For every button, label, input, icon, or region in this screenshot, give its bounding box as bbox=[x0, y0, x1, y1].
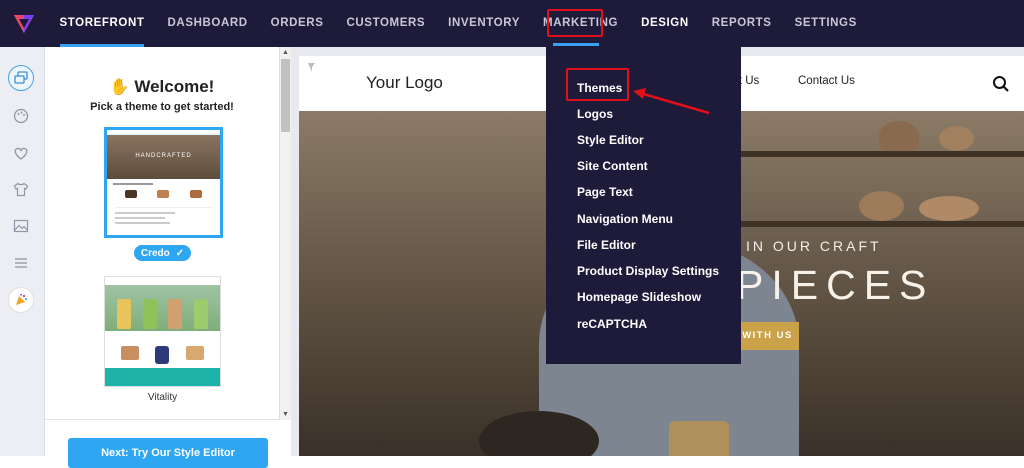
nav-customers[interactable]: CUSTOMERS bbox=[335, 0, 437, 47]
nav-orders[interactable]: ORDERS bbox=[259, 0, 335, 47]
theme-thumbnail-credo[interactable]: HANDCRAFTED bbox=[104, 127, 223, 238]
image-icon[interactable] bbox=[8, 213, 34, 239]
theme2-name: Vitality bbox=[147, 392, 178, 403]
search-icon[interactable] bbox=[992, 75, 1010, 93]
waving-hand-icon: ✋ bbox=[109, 79, 130, 96]
checkmark-icon: ✓ bbox=[175, 247, 185, 259]
preview-logo[interactable]: Your Logo bbox=[366, 73, 443, 93]
top-nav: STOREFRONT DASHBOARD ORDERS CUSTOMERS IN… bbox=[0, 0, 1024, 47]
hero-tagline: IN OUR CRAFT bbox=[746, 238, 882, 254]
theme-panel: ✋ Welcome! Pick a theme to get started! … bbox=[45, 47, 279, 468]
menu-item-style-editor[interactable]: Style Editor bbox=[577, 133, 644, 147]
menu-item-product-display-settings[interactable]: Product Display Settings bbox=[577, 264, 719, 278]
menu-item-site-content[interactable]: Site Content bbox=[577, 159, 648, 173]
palette-icon[interactable] bbox=[8, 103, 34, 129]
design-active-underline bbox=[553, 43, 599, 46]
selected-theme-badge: Credo ✓ bbox=[134, 245, 191, 261]
pin-icon bbox=[308, 63, 315, 72]
next-style-editor-button[interactable]: Next: Try Our Style Editor bbox=[68, 438, 268, 468]
welcome-heading: ✋ Welcome! bbox=[45, 77, 279, 97]
hero-title: PIECES bbox=[736, 262, 935, 308]
panel-scrollbar[interactable]: ▲ ▼ bbox=[279, 47, 291, 420]
theme-thumbnail-vitality[interactable] bbox=[104, 276, 221, 387]
menu-icon[interactable] bbox=[8, 250, 34, 276]
party-icon[interactable] bbox=[8, 287, 34, 313]
menu-item-recaptcha[interactable]: reCAPTCHA bbox=[577, 317, 647, 331]
pick-theme-text: Pick a theme to get started! bbox=[90, 101, 234, 113]
tshirt-icon[interactable] bbox=[8, 176, 34, 202]
panel-divider bbox=[45, 419, 279, 420]
scroll-up-icon[interactable]: ▲ bbox=[280, 47, 291, 58]
menu-item-homepage-slideshow[interactable]: Homepage Slideshow bbox=[577, 290, 701, 304]
design-highlight-box bbox=[547, 9, 603, 37]
menu-item-navigation-menu[interactable]: Navigation Menu bbox=[577, 212, 673, 226]
themes-icon[interactable] bbox=[8, 65, 34, 91]
annotation-arrow-icon bbox=[633, 88, 710, 115]
themes-highlight-box bbox=[566, 68, 629, 101]
menu-item-file-editor[interactable]: File Editor bbox=[577, 238, 636, 252]
nav-dashboard[interactable]: DASHBOARD bbox=[156, 0, 259, 47]
hero-button[interactable]: WITH US bbox=[736, 322, 799, 350]
nav-reports[interactable]: REPORTS bbox=[700, 0, 783, 47]
scroll-down-icon[interactable]: ▼ bbox=[280, 409, 291, 420]
brand-logo-icon bbox=[13, 14, 34, 33]
nav-inventory[interactable]: INVENTORY bbox=[437, 0, 532, 47]
preview-link-contact[interactable]: Contact Us bbox=[798, 75, 855, 87]
menu-item-logos[interactable]: Logos bbox=[577, 107, 613, 121]
scroll-thumb[interactable] bbox=[281, 59, 290, 132]
menu-item-page-text[interactable]: Page Text bbox=[577, 185, 633, 199]
nav-design[interactable]: DESIGN bbox=[630, 0, 701, 47]
theme1-hero-text: HANDCRAFTED bbox=[135, 153, 192, 159]
welcome-text: Welcome! bbox=[134, 77, 215, 96]
app-logo[interactable] bbox=[0, 0, 47, 47]
heart-icon[interactable] bbox=[8, 140, 34, 166]
nav-storefront[interactable]: STOREFRONT bbox=[48, 0, 156, 47]
side-icon-bar bbox=[0, 47, 45, 456]
nav-settings[interactable]: SETTINGS bbox=[783, 0, 868, 47]
theme1-name: Credo bbox=[140, 247, 170, 259]
